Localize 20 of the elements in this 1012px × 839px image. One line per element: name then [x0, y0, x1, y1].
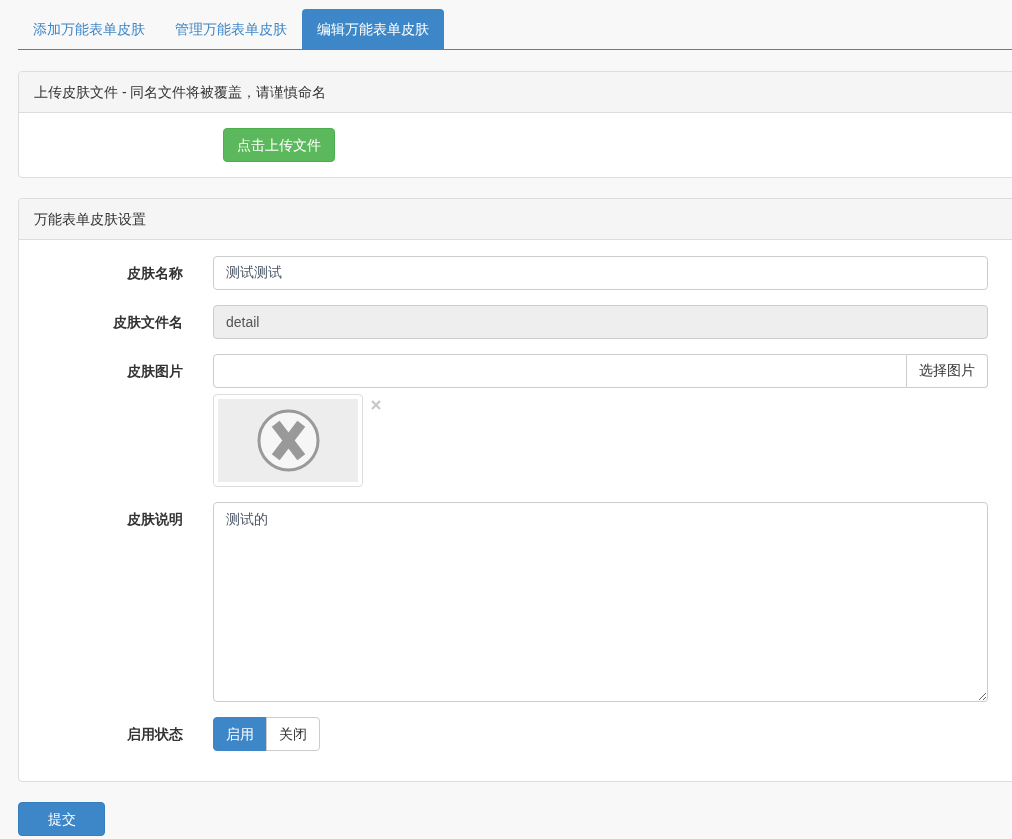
image-path-field[interactable] [213, 354, 907, 388]
tab[interactable]: 编辑万能表单皮肤 [302, 9, 444, 49]
field-label: 皮肤说明 [126, 510, 183, 529]
choose-image-button[interactable]: 选择图片 [907, 354, 988, 388]
text-field[interactable]: 测试测试 [213, 256, 988, 290]
toggle-option[interactable]: 启用 [213, 717, 267, 751]
field-label: 启用状态 [126, 725, 183, 744]
field-label: 皮肤图片 [126, 362, 183, 381]
tab[interactable]: 管理万能表单皮肤 [160, 9, 302, 49]
tab[interactable]: 添加万能表单皮肤 [18, 9, 160, 49]
panel-title: 万能表单皮肤设置 [19, 199, 1012, 240]
circle-x-icon [256, 409, 320, 472]
submit-button[interactable]: 提交 [18, 802, 105, 836]
toggle-option[interactable]: 关闭 [266, 717, 320, 751]
close-icon[interactable] [371, 400, 381, 410]
upload-button[interactable]: 点击上传文件 [223, 128, 335, 162]
field-label: 皮肤文件名 [112, 313, 183, 332]
field-label: 皮肤名称 [126, 264, 183, 283]
panel-title: 上传皮肤文件 - 同名文件将被覆盖，请谨慎命名 [19, 72, 1012, 113]
description-textarea[interactable]: 测试的 [213, 502, 988, 702]
